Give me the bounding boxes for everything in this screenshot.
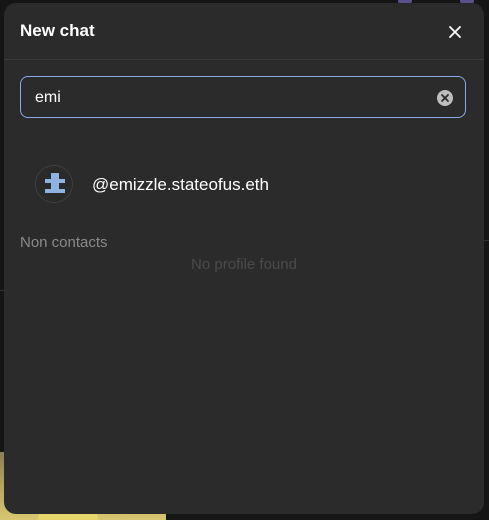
pixel-avatar-icon bbox=[45, 173, 65, 193]
close-icon bbox=[449, 26, 461, 38]
clear-circle-icon bbox=[441, 94, 449, 102]
background-divider bbox=[484, 240, 489, 241]
clear-search-button[interactable] bbox=[437, 90, 453, 106]
close-button[interactable] bbox=[444, 21, 466, 43]
search-input[interactable] bbox=[35, 87, 415, 109]
result-handle: @emizzle.stateofus.eth bbox=[92, 175, 269, 194]
dialog-header: New chat bbox=[4, 3, 484, 60]
new-chat-dialog: New chat @emizzle.stateofus.eth bbox=[4, 3, 484, 514]
empty-state-message: No profile found bbox=[191, 256, 297, 273]
dialog-title: New chat bbox=[20, 21, 95, 40]
result-item[interactable]: @emizzle.stateofus.eth bbox=[20, 158, 466, 210]
search-field[interactable] bbox=[20, 76, 466, 118]
non-contacts-heading: Non contacts bbox=[20, 234, 108, 251]
avatar bbox=[35, 165, 73, 203]
